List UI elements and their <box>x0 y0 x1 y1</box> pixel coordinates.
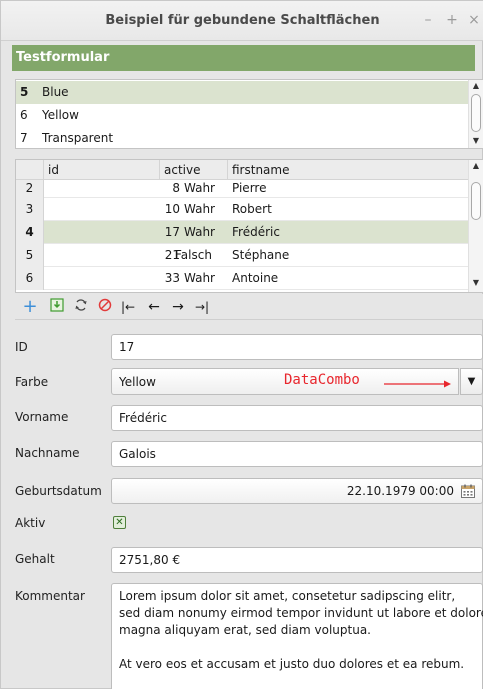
scroll-up-arrow-icon[interactable]: ▲ <box>469 81 483 93</box>
scroll-down-arrow-icon[interactable]: ▼ <box>469 136 483 148</box>
minimize-button[interactable]: – <box>421 12 435 28</box>
table-row[interactable]: 3 10 Wahr Robert <box>16 198 469 221</box>
list-item-number: 5 <box>20 85 29 99</box>
first-record-icon[interactable]: |← <box>119 298 137 316</box>
id-field[interactable]: 17 <box>111 334 483 360</box>
cell-id[interactable]: 21 <box>16 248 180 262</box>
table-row[interactable]: 6 33 Wahr Antoine <box>16 267 469 290</box>
last-record-icon[interactable]: →| <box>193 298 211 316</box>
cancel-icon[interactable] <box>96 298 114 316</box>
id-label: ID <box>15 340 28 354</box>
scrollbar-thumb[interactable] <box>471 94 481 132</box>
close-button[interactable]: × <box>467 12 481 28</box>
grid-column-header-firstname[interactable]: firstname <box>228 160 469 180</box>
datacombo-annotation: DataCombo <box>284 372 360 388</box>
cell-firstname[interactable]: Antoine <box>232 271 278 285</box>
list-item-value: Transparent <box>42 131 114 145</box>
grid-column-header-id[interactable]: id <box>44 160 160 180</box>
color-listbox[interactable]: 5 Blue 6 Yellow 7 Transparent ▲ ▼ <box>15 79 483 149</box>
calendar-icon[interactable] <box>460 483 476 499</box>
table-row[interactable]: 5 21 Falsch Stéphane <box>16 244 469 267</box>
geburtsdatum-value: 22.10.1979 00:00 <box>346 484 454 498</box>
grid-column-header-active[interactable]: active <box>160 160 228 180</box>
geburtsdatum-field[interactable]: 22.10.1979 00:00 <box>111 478 483 504</box>
window-title: Beispiel für gebundene Schaltflächen <box>105 13 380 28</box>
next-record-icon[interactable]: → <box>169 298 187 316</box>
list-item-value: Blue <box>42 85 69 99</box>
refresh-icon[interactable] <box>72 298 90 316</box>
list-item-number: 7 <box>20 131 28 145</box>
kommentar-textarea[interactable]: Lorem ipsum dolor sit amet, consetetur s… <box>111 583 483 689</box>
list-item-value: Yellow <box>42 108 79 122</box>
add-icon[interactable]: + <box>21 298 39 316</box>
gehalt-field[interactable]: 2751,80 € <box>111 547 483 573</box>
memo-line: Lorem ipsum dolor sit amet, consetetur s… <box>119 589 456 603</box>
title-bar[interactable]: Beispiel für gebundene Schaltflächen – +… <box>1 1 483 41</box>
cell-firstname[interactable]: Pierre <box>232 181 266 195</box>
save-icon[interactable] <box>48 298 66 316</box>
farbe-label: Farbe <box>15 375 49 389</box>
chevron-down-icon[interactable]: ▼ <box>460 368 483 395</box>
nachname-field[interactable]: Galois <box>111 441 483 467</box>
list-scrollbar[interactable]: ▲ ▼ <box>468 80 483 148</box>
vorname-field[interactable]: Frédéric <box>111 405 483 431</box>
table-row[interactable]: 2 8 Wahr Pierre <box>16 180 469 198</box>
data-grid[interactable]: id active firstname 2 8 Wahr Pierre 3 10… <box>15 159 483 293</box>
cell-active[interactable]: Wahr <box>184 202 215 216</box>
annotation-arrow-icon <box>384 380 451 388</box>
aktiv-checkbox[interactable]: ✕ <box>113 516 126 529</box>
cell-firstname[interactable]: Robert <box>232 202 272 216</box>
list-item[interactable]: 7 Transparent <box>16 127 469 150</box>
scroll-down-arrow-icon[interactable]: ▼ <box>469 278 483 290</box>
grid-corner-header <box>16 160 44 180</box>
cell-firstname[interactable]: Stéphane <box>232 248 289 262</box>
cell-active[interactable]: Wahr <box>184 181 215 195</box>
previous-record-icon[interactable]: ← <box>145 298 163 316</box>
cell-active[interactable]: Wahr <box>184 225 215 239</box>
gehalt-label: Gehalt <box>15 552 55 566</box>
aktiv-label: Aktiv <box>15 516 46 530</box>
grid-scrollbar[interactable]: ▲ ▼ <box>468 160 483 292</box>
form-header: Testformular <box>12 45 475 71</box>
navigation-toolbar: + |← ← → →| <box>15 294 483 320</box>
cell-id[interactable]: 33 <box>16 271 180 285</box>
application-window: Beispiel für gebundene Schaltflächen – +… <box>0 0 483 689</box>
list-item-number: 6 <box>20 108 28 122</box>
cell-active[interactable]: Wahr <box>184 271 215 285</box>
table-row[interactable]: 4 17 Wahr Frédéric <box>16 221 469 244</box>
maximize-button[interactable]: + <box>445 12 459 28</box>
scrollbar-thumb[interactable] <box>471 182 481 220</box>
memo-line: At vero eos et accusam et justo duo dolo… <box>119 657 465 671</box>
cell-firstname[interactable]: Frédéric <box>232 225 280 239</box>
list-item[interactable]: 5 Blue <box>16 81 469 104</box>
checkmark-icon: ✕ <box>115 517 124 528</box>
memo-line: magna aliquyam erat, sed diam voluptua. <box>119 623 371 637</box>
geburtsdatum-label: Geburtsdatum <box>15 484 102 498</box>
memo-line <box>119 639 475 656</box>
list-item[interactable]: 6 Yellow <box>16 104 469 127</box>
kommentar-label: Kommentar <box>15 589 85 603</box>
scroll-up-arrow-icon[interactable]: ▲ <box>469 161 483 173</box>
cell-id[interactable]: 8 <box>16 181 180 195</box>
cell-id[interactable]: 10 <box>16 202 180 216</box>
nachname-label: Nachname <box>15 446 80 460</box>
cell-active[interactable]: Falsch <box>175 248 212 262</box>
memo-line: sed diam nonumy eirmod tempor invidunt u… <box>119 606 483 620</box>
cell-id[interactable]: 17 <box>16 225 180 239</box>
vorname-label: Vorname <box>15 410 69 424</box>
